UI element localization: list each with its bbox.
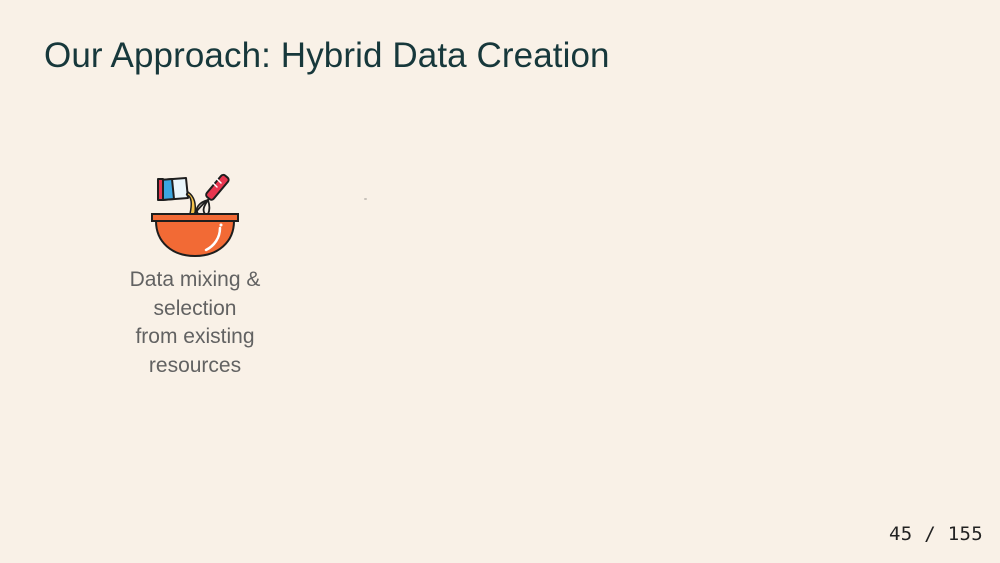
page-current: 45 bbox=[889, 523, 913, 545]
mixing-bowl-icon bbox=[151, 173, 239, 258]
page-separator: / bbox=[924, 523, 937, 545]
page-total: 155 bbox=[947, 523, 983, 545]
page-counter: 45 / 155 bbox=[889, 523, 983, 545]
stray-mark bbox=[364, 198, 367, 200]
slide-title: Our Approach: Hybrid Data Creation bbox=[44, 36, 610, 75]
approach-item-data-mixing: Data mixing & selection from existing re… bbox=[110, 170, 280, 380]
item-caption: Data mixing & selection from existing re… bbox=[129, 268, 261, 377]
slide: Our Approach: Hybrid Data Creation Data … bbox=[0, 0, 1000, 563]
